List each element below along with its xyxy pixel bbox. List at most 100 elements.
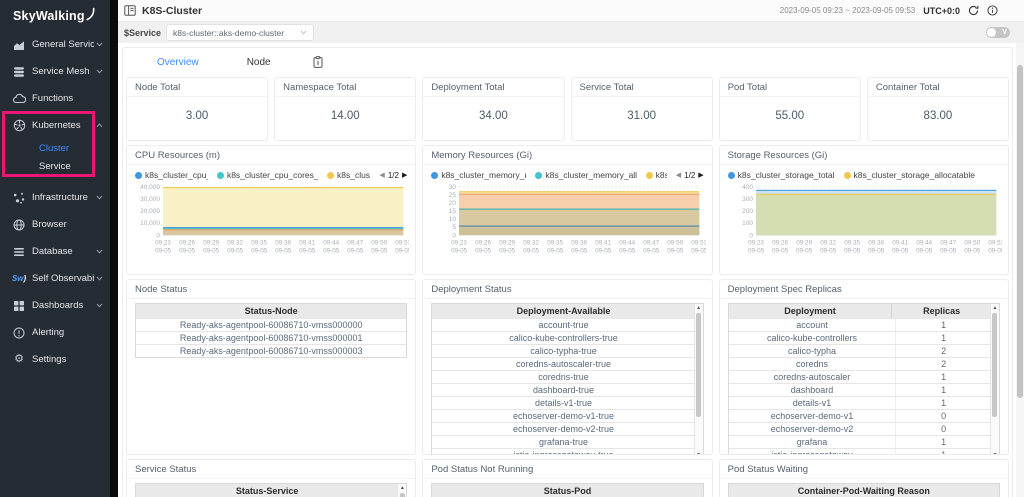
- svg-text:09:41: 09:41: [299, 240, 315, 247]
- svg-text:09-05: 09-05: [772, 248, 789, 255]
- sidebar-item-alerting[interactable]: Alerting: [0, 319, 110, 346]
- svg-text:09:35: 09:35: [844, 240, 860, 247]
- table-row: calico-kube-controllers-true: [432, 331, 694, 344]
- sidebar-item-label: Database: [32, 246, 94, 257]
- table-scrollbar-thumb[interactable]: [992, 313, 997, 417]
- legend-next-icon[interactable]: ▶: [402, 171, 407, 179]
- sidebar-item-kubernetes[interactable]: Kubernetes: [0, 112, 110, 139]
- sidebar-item-self-observability[interactable]: Sw)Self Observability: [0, 265, 110, 292]
- cell: Ready-aks-agentpool-60086710-vmss000003: [136, 345, 406, 357]
- table-row: grafana1: [729, 435, 991, 448]
- cell: istio-ingressgateway-true: [432, 449, 694, 455]
- legend-pager: ◀1/2▶: [379, 171, 407, 180]
- timezone-label[interactable]: UTC+0:0: [923, 6, 960, 16]
- sidebar-item-label: Infrastructure: [32, 192, 94, 203]
- cell: 2: [896, 345, 991, 357]
- legend-item-k8s-cluster-storage-total[interactable]: k8s_cluster_storage_total: [728, 170, 835, 180]
- chevron-down-icon: [300, 30, 307, 35]
- legend-item-k8s-cluster-storage-allocatable[interactable]: k8s_cluster_storage_allocatable: [844, 170, 975, 180]
- sidebar-item-database[interactable]: Database: [0, 238, 110, 265]
- metric-card-value: 14.00: [275, 97, 415, 135]
- cell: Ready-aks-agentpool-60086710-vmss000000: [136, 319, 406, 331]
- table-scrollbar[interactable]: ▲▼: [397, 484, 406, 497]
- service-select[interactable]: k8s-cluster::aks-demo-cluster: [166, 24, 314, 41]
- svg-text:5: 5: [453, 224, 457, 231]
- sidebar-item-infrastructure[interactable]: Infrastructure: [0, 184, 110, 211]
- refresh-icon[interactable]: [968, 5, 979, 16]
- table-scrollbar-thumb[interactable]: [400, 493, 405, 497]
- legend-prev-icon[interactable]: ◀: [676, 171, 681, 179]
- table-scrollbar-thumb[interactable]: [696, 313, 701, 417]
- legend-item-k8s[interactable]: k8s_: [646, 170, 667, 180]
- tab-overview[interactable]: Overview: [157, 57, 199, 68]
- svg-text:09:29: 09:29: [500, 240, 516, 247]
- sidebar-item-browser[interactable]: Browser: [0, 211, 110, 238]
- svg-text:09:26: 09:26: [772, 240, 788, 247]
- sidebar-item-dashboards[interactable]: Dashboards: [0, 292, 110, 319]
- scroll-up-icon[interactable]: ▲: [993, 305, 998, 311]
- legend-item-k8s-cluster-cpu-cores-requests[interactable]: k8s_cluster_cpu_cores_requests: [217, 170, 318, 180]
- toggle-label: V: [1002, 29, 1007, 36]
- svg-text:09:50: 09:50: [668, 240, 684, 247]
- scroll-up-icon[interactable]: ▲: [696, 305, 701, 311]
- scroll-down-icon[interactable]: ▼: [696, 452, 701, 455]
- sidebar-item-service-mesh[interactable]: Service Mesh: [0, 58, 110, 85]
- cell: calico-typha-true: [432, 345, 694, 357]
- legend-dot: [327, 172, 334, 179]
- page-scrollbar-thumb[interactable]: [1017, 65, 1023, 398]
- scroll-up-icon[interactable]: ▲: [400, 485, 405, 491]
- sidebar-item-settings[interactable]: ⚙Settings: [0, 346, 110, 373]
- scroll-down-icon[interactable]: ▼: [993, 452, 998, 455]
- tab-node[interactable]: Node: [247, 57, 271, 68]
- table-scrollbar[interactable]: ▲▼: [990, 304, 999, 455]
- metric-card-title: Pod Total: [720, 78, 860, 97]
- sidebar-item-service[interactable]: Service: [0, 157, 110, 175]
- sidebar-item-label: Dashboards: [32, 300, 94, 311]
- cell: account-true: [432, 319, 694, 331]
- svg-text:09-05: 09-05: [179, 248, 196, 255]
- sidebar-item-cluster[interactable]: Cluster: [0, 139, 110, 157]
- svg-text:09-05: 09-05: [796, 248, 813, 255]
- table-header-cell: Replicas: [892, 304, 991, 318]
- table-card-title: Pod Status Waiting: [720, 460, 1008, 479]
- sidebar-item-functions[interactable]: Functions: [0, 85, 110, 112]
- table-header-row: Deployment-Available: [432, 304, 694, 318]
- table-header-cell: Status-Service: [136, 484, 398, 497]
- legend-item-k8s-cluster-memory-requests[interactable]: k8s_cluster_memory_requests: [431, 170, 526, 180]
- table-card-node-status: Node StatusStatus-NodeReady-aks-agentpoo…: [126, 279, 416, 455]
- metric-card-title: Container Total: [868, 78, 1008, 97]
- svg-text:09:38: 09:38: [275, 240, 291, 247]
- table-card-title: Service Status: [127, 460, 415, 479]
- chevron-down-icon: [96, 42, 103, 47]
- table-body: account-truecalico-kube-controllers-true…: [432, 318, 694, 455]
- cell: 1: [896, 371, 991, 383]
- auto-refresh-toggle[interactable]: V: [986, 27, 1010, 38]
- cell: dashboard: [729, 384, 897, 396]
- cell: details-v1-true: [432, 397, 694, 409]
- logo-swoosh-icon: [86, 7, 95, 21]
- legend-prev-icon[interactable]: ◀: [379, 171, 384, 179]
- legend-item-k8s-cluster[interactable]: k8s_cluster_: [327, 170, 370, 180]
- table-scrollbar[interactable]: ▲▼: [694, 304, 703, 455]
- cell: echoserver-demo-v2: [729, 423, 897, 435]
- legend-item-k8s-cluster-cpu-cores[interactable]: k8s_cluster_cpu_cores: [135, 170, 208, 180]
- time-range[interactable]: 2023-09-05 09:23 ~ 2023-09-05 09:53: [780, 6, 915, 15]
- sidebar-item-general-service[interactable]: General Service: [0, 31, 110, 58]
- table-row: istio-ingressgateway1: [729, 448, 991, 455]
- page-scrollbar[interactable]: [1016, 43, 1024, 497]
- svg-text:09:29: 09:29: [796, 240, 812, 247]
- legend-label: k8s_cluster_cpu_cores_requests: [227, 170, 318, 180]
- clipboard-icon[interactable]: [313, 56, 323, 68]
- cell: coredns-autoscaler: [729, 371, 897, 383]
- legend-next-icon[interactable]: ▶: [698, 171, 703, 179]
- cell: dashboard-true: [432, 384, 694, 396]
- legend-item-k8s-cluster-memory-allocatable[interactable]: k8s_cluster_memory_allocatable: [535, 170, 636, 180]
- dashboard-panel: OverviewNode Node Total3.00Namespace Tot…: [122, 47, 1013, 497]
- data-table: Status-NodeReady-aks-agentpool-60086710-…: [135, 303, 407, 358]
- table-card-title: Pod Status Not Running: [423, 460, 711, 479]
- chart-card-cpu-resources-m: CPU Resources (m)k8s_cluster_cpu_coresk8…: [126, 145, 416, 275]
- collapse-panel-icon[interactable]: [124, 5, 136, 16]
- svg-text:09-05: 09-05: [571, 248, 588, 255]
- table-header-row: Status-Pod: [432, 484, 702, 497]
- info-icon[interactable]: [987, 5, 998, 16]
